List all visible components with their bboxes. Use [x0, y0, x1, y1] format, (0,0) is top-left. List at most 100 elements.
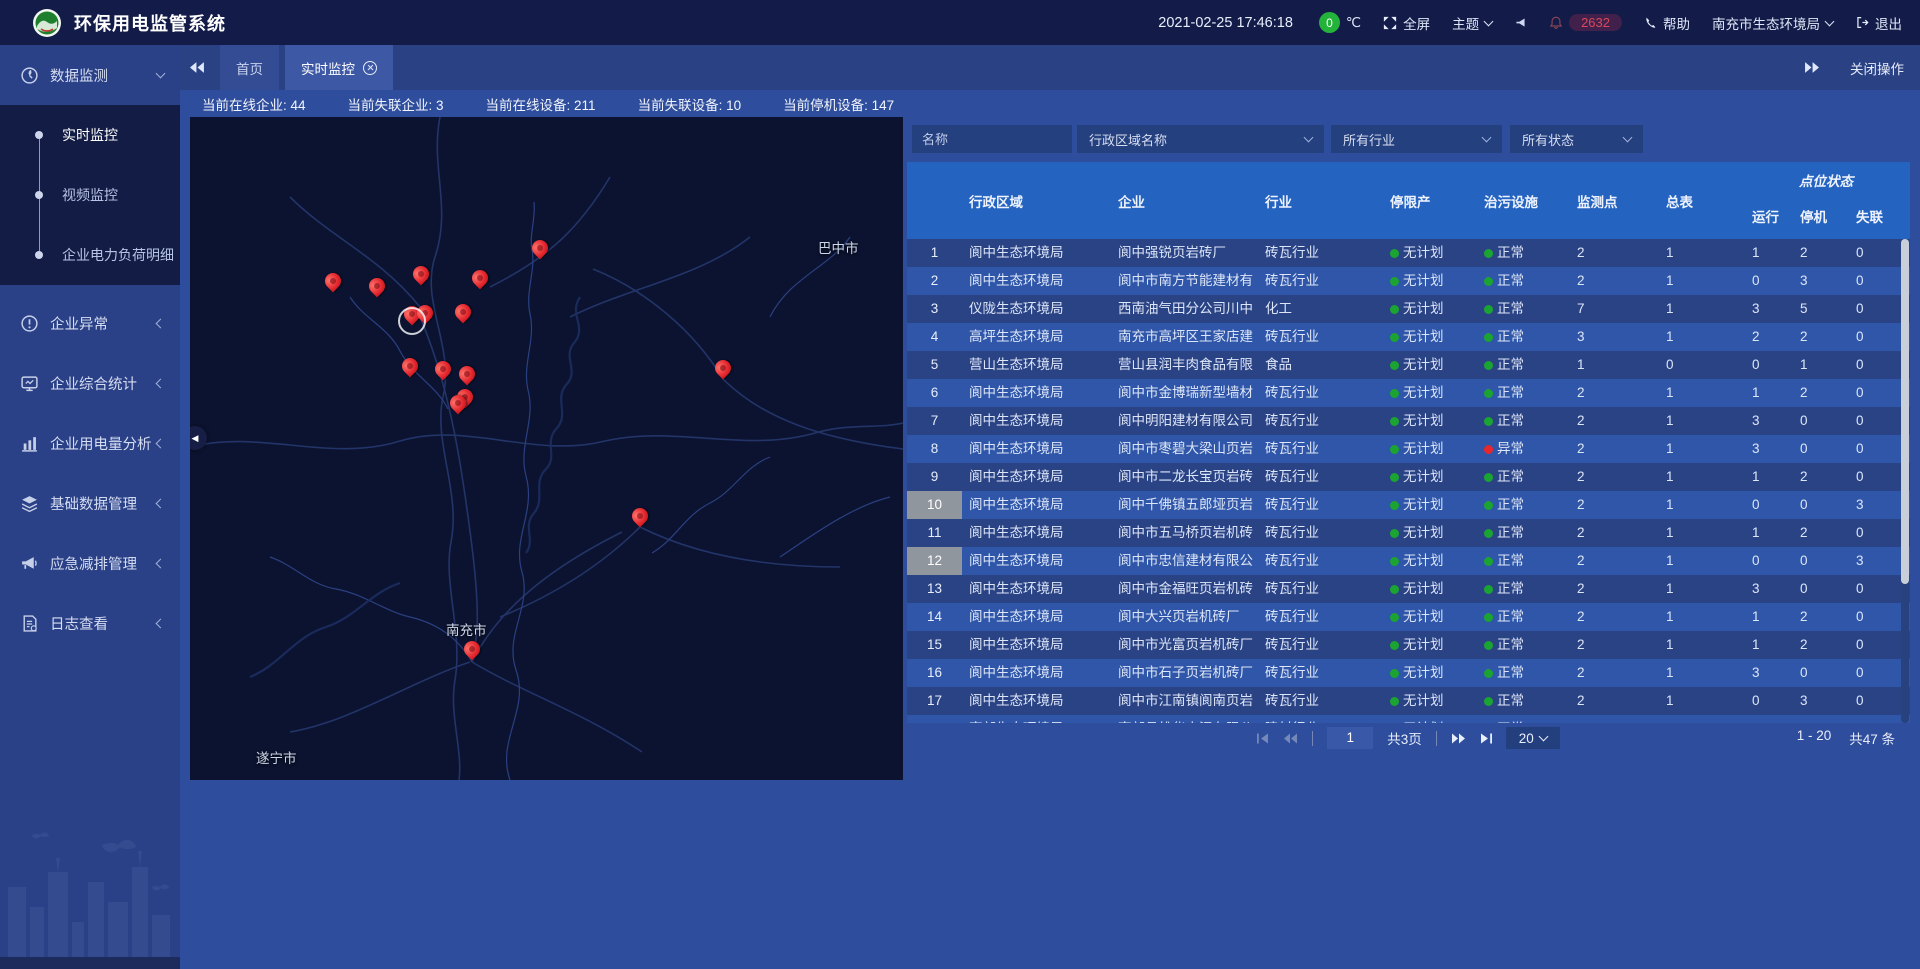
notification-bell[interactable]: 2632 [1549, 14, 1622, 31]
cell-facility: 正常 [1484, 239, 1577, 267]
page-size-select[interactable]: 20 [1506, 727, 1560, 749]
cell-lost: 0 [1856, 239, 1900, 267]
industry-select[interactable]: 所有行业 [1331, 125, 1502, 153]
cell-facility: 正常 [1484, 351, 1577, 379]
region-select[interactable]: 行政区域名称 [1077, 125, 1324, 153]
cell-stop: 0 [1800, 407, 1856, 435]
tabs-scroll-right-button[interactable] [1794, 62, 1828, 73]
filter-row: 行政区域名称 所有行业 所有状态 [912, 125, 1910, 153]
sidebar-item-base-data[interactable]: 基础数据管理 [0, 473, 180, 533]
sidebar-item-label: 企业用电量分析 [50, 433, 157, 454]
cell-region: 仪陇生态环境局 [962, 295, 1118, 323]
sidebar-item-data-monitor[interactable]: 数据监测 [0, 45, 180, 105]
table-row[interactable]: 18 南部生态环境局 南部县雄华水泥有限公 建材行业 无计划 正常 5 0 0 … [907, 715, 1910, 723]
cell-points: 2 [1577, 267, 1666, 295]
cell-meters: 1 [1666, 463, 1752, 491]
limit-status-dot [1390, 557, 1399, 566]
cell-lost: 0 [1856, 407, 1900, 435]
tab-close-icon[interactable] [363, 61, 377, 75]
row-index: 7 [907, 407, 962, 435]
sidebar-item-power-load-detail[interactable]: 企业电力负荷明细 [0, 225, 180, 285]
pager-separator [1436, 731, 1437, 746]
limit-status-dot [1390, 473, 1399, 482]
table-row[interactable]: 8 阆中生态环境局 阆中市枣碧大梁山页岩 砖瓦行业 无计划 异常 2 1 3 0… [907, 435, 1910, 463]
cell-company: 阆中大兴页岩机砖厂 [1118, 603, 1265, 631]
facility-status-dot [1484, 445, 1493, 454]
previous-page-button[interactable] [1284, 733, 1298, 744]
sidebar-item-log-view[interactable]: 日志查看 [0, 593, 180, 653]
cell-limit: 无计划 [1390, 715, 1484, 723]
last-page-button[interactable] [1479, 733, 1492, 744]
sidebar-item-enterprise-stats[interactable]: 企业综合统计 [0, 353, 180, 413]
org-dropdown[interactable]: 南充市生态环境局 [1712, 13, 1833, 33]
limit-status-dot [1390, 417, 1399, 426]
double-chevron-left-icon [1284, 733, 1298, 744]
table-row[interactable]: 10 阆中生态环境局 阆中千佛镇五郎垭页岩 砖瓦行业 无计划 正常 2 1 0 … [907, 491, 1910, 519]
cell-limit: 无计划 [1390, 295, 1484, 323]
sidebar-item-video-monitor[interactable]: 视频监控 [0, 165, 180, 225]
table-row[interactable]: 16 阆中生态环境局 阆中市石子页岩机砖厂 砖瓦行业 无计划 正常 2 1 3 … [907, 659, 1910, 687]
table-row[interactable]: 7 阆中生态环境局 阆中明阳建材有限公司 砖瓦行业 无计划 正常 2 1 3 0… [907, 407, 1910, 435]
last-page-icon [1479, 733, 1492, 744]
row-index: 5 [907, 351, 962, 379]
facility-status-dot [1484, 417, 1493, 426]
cell-meters: 0 [1666, 351, 1752, 379]
table-row[interactable]: 5 营山生态环境局 营山县润丰肉食品有限 食品 无计划 正常 1 0 0 1 0 [907, 351, 1910, 379]
map-canvas[interactable]: ◀ 巴中市南充市遂宁市 [190, 117, 903, 780]
cell-lost: 0 [1856, 687, 1900, 715]
tab-home[interactable]: 首页 [220, 45, 279, 90]
sidebar-item-power-analysis[interactable]: 企业用电量分析 [0, 413, 180, 473]
first-page-button[interactable] [1257, 733, 1270, 744]
pin-ripple [398, 307, 426, 335]
help-button[interactable]: 帮助 [1644, 13, 1690, 33]
close-operations-button[interactable]: 关闭操作 [1850, 58, 1904, 78]
sidebar-item-enterprise-abnormal[interactable]: 企业异常 [0, 293, 180, 353]
cell-lost: 3 [1856, 547, 1900, 575]
theme-dropdown[interactable]: 主题 [1452, 13, 1492, 33]
table-row[interactable]: 9 阆中生态环境局 阆中市二龙长宝页岩砖 砖瓦行业 无计划 正常 2 1 1 2… [907, 463, 1910, 491]
cell-industry: 砖瓦行业 [1265, 267, 1390, 295]
cell-limit: 无计划 [1390, 407, 1484, 435]
cell-limit: 无计划 [1390, 351, 1484, 379]
sidebar-item-emergency-reduction[interactable]: 应急减排管理 [0, 533, 180, 593]
cell-region: 阆中生态环境局 [962, 267, 1118, 295]
next-page-button[interactable] [1451, 733, 1465, 744]
column-header-lost: 失联 [1856, 206, 1900, 226]
mute-button[interactable] [1514, 16, 1527, 29]
cell-limit: 无计划 [1390, 631, 1484, 659]
stat-item: 当前在线设备: 211 [486, 94, 596, 114]
map-roads-decoration [190, 117, 903, 780]
table-row[interactable]: 13 阆中生态环境局 阆中市金福旺页岩机砖 砖瓦行业 无计划 正常 2 1 3 … [907, 575, 1910, 603]
logout-button[interactable]: 退出 [1855, 13, 1902, 33]
table-row[interactable]: 6 阆中生态环境局 阆中市金博瑞新型墙材 砖瓦行业 无计划 正常 2 1 1 2… [907, 379, 1910, 407]
cell-company: 阆中市五马桥页岩机砖 [1118, 519, 1265, 547]
tabs-scroll-left-button[interactable] [180, 45, 214, 90]
notification-count-badge: 2632 [1569, 14, 1622, 31]
table-row[interactable]: 17 阆中生态环境局 阆中市江南镇阆南页岩 砖瓦行业 无计划 正常 2 1 0 … [907, 687, 1910, 715]
table-row[interactable]: 3 仪陇生态环境局 西南油气田分公司川中 化工 无计划 正常 7 1 3 5 0 [907, 295, 1910, 323]
table-row[interactable]: 12 阆中生态环境局 阆中市忠信建材有限公 砖瓦行业 无计划 正常 2 1 0 … [907, 547, 1910, 575]
table-row[interactable]: 15 阆中生态环境局 阆中市光富页岩机砖厂 砖瓦行业 无计划 正常 2 1 1 … [907, 631, 1910, 659]
row-index: 16 [907, 659, 962, 687]
table-row[interactable]: 4 高坪生态环境局 南充市高坪区王家店建 砖瓦行业 无计划 正常 3 1 2 2… [907, 323, 1910, 351]
submenu-label: 实时监控 [62, 125, 118, 145]
status-select[interactable]: 所有状态 [1510, 125, 1643, 153]
limit-status-dot [1390, 529, 1399, 538]
page-number-input[interactable]: 1 [1327, 727, 1373, 749]
name-search-input[interactable] [912, 125, 1072, 153]
cell-stop: 0 [1800, 575, 1856, 603]
tab-realtime-monitor[interactable]: 实时监控 [285, 45, 393, 90]
table-row[interactable]: 1 阆中生态环境局 阆中强锐页岩砖厂 砖瓦行业 无计划 正常 2 1 1 2 0 [907, 239, 1910, 267]
row-index: 3 [907, 295, 962, 323]
cell-company: 阆中市金博瑞新型墙材 [1118, 379, 1265, 407]
cell-points: 2 [1577, 379, 1666, 407]
table-row[interactable]: 2 阆中生态环境局 阆中市南方节能建材有 砖瓦行业 无计划 正常 2 1 0 3… [907, 267, 1910, 295]
table-row[interactable]: 11 阆中生态环境局 阆中市五马桥页岩机砖 砖瓦行业 无计划 正常 2 1 1 … [907, 519, 1910, 547]
table-row[interactable]: 14 阆中生态环境局 阆中大兴页岩机砖厂 砖瓦行业 无计划 正常 2 1 1 2… [907, 603, 1910, 631]
limit-status-dot [1390, 277, 1399, 286]
fullscreen-button[interactable]: 全屏 [1383, 13, 1430, 33]
scrollbar-thumb[interactable] [1901, 239, 1909, 584]
cell-limit: 无计划 [1390, 379, 1484, 407]
cell-company: 西南油气田分公司川中 [1118, 295, 1265, 323]
sidebar-item-realtime-monitor[interactable]: 实时监控 [0, 105, 180, 165]
